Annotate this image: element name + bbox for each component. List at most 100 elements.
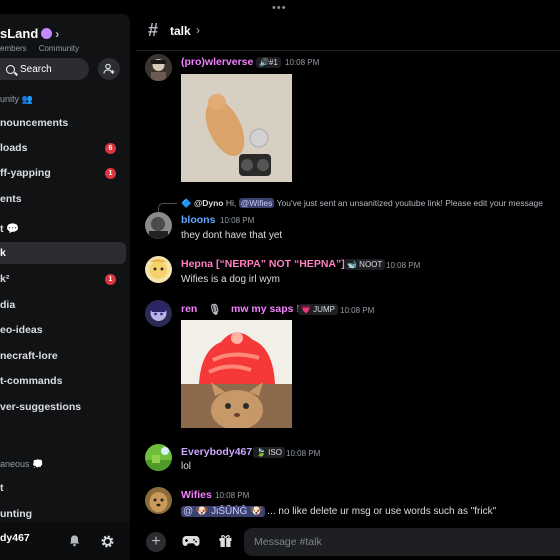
channel-label: eo-ideas — [0, 324, 43, 336]
channel-header: # talk › — [136, 14, 560, 51]
channel-item[interactable]: dia — [0, 294, 126, 316]
chevron-right-icon[interactable]: › — [196, 23, 200, 37]
gamepad-icon[interactable] — [182, 534, 200, 548]
user-panel: dy467 — [0, 522, 130, 560]
unread-badge: 1 — [105, 273, 116, 285]
avatar-image — [145, 444, 172, 471]
channel-item[interactable]: t — [0, 477, 126, 499]
message-time: 10:08 PM — [220, 216, 255, 225]
channel-label: dia — [0, 299, 16, 311]
avatar[interactable] — [145, 54, 172, 81]
channel-item[interactable]: k² 1 — [0, 268, 126, 290]
avatar-image — [145, 212, 172, 239]
dog-photo — [181, 74, 292, 182]
role-tag: 🐋 NOOT — [344, 259, 386, 270]
search-button[interactable]: Search — [0, 58, 89, 80]
unread-badge: 1 — [105, 167, 116, 179]
mic-icon: 🎙 — [208, 304, 222, 316]
avatar-image — [145, 256, 172, 283]
message-image-attachment[interactable] — [181, 320, 292, 428]
community-link[interactable]: Community — [39, 44, 79, 53]
message-author[interactable]: Wifies — [181, 489, 212, 501]
channel-item[interactable]: ver-suggestions — [0, 396, 126, 418]
role-tag: 🔊#1 — [256, 57, 281, 68]
message-author-nick[interactable]: mw my saps ! — [231, 303, 300, 315]
mention[interactable]: @Wifies — [238, 198, 275, 208]
hash-icon: # — [148, 20, 159, 40]
members-link[interactable]: embers — [0, 44, 27, 53]
channel-label: k — [0, 247, 6, 259]
plus-icon: + — [151, 533, 161, 550]
message-text: they dont have that yet — [181, 230, 283, 241]
message-time: 10:08 PM — [286, 449, 321, 458]
mention[interactable]: @ 🐶 JιŠŨŃĜ 🐶 — [181, 506, 265, 517]
channel-sidebar: sLand › embers Community Search unity 👥 … — [0, 14, 130, 560]
channel-item[interactable]: ents — [0, 188, 126, 210]
channel-item[interactable]: loads 6 — [0, 137, 126, 159]
server-name: sLand — [0, 26, 39, 41]
reply-author: @Dyno — [193, 198, 224, 208]
message-time: 10:08 PM — [340, 306, 375, 315]
gift-icon[interactable] — [218, 533, 233, 548]
message-body: @ 🐶 JιŠŨŃĜ 🐶 ... no like delete ur msg o… — [181, 506, 496, 517]
search-icon — [6, 64, 15, 74]
channel-label: ents — [0, 193, 22, 205]
channel-label: t — [0, 482, 4, 494]
message-input[interactable] — [244, 528, 560, 556]
avatar[interactable] — [145, 256, 172, 283]
reply-text: Hi, — [225, 198, 239, 208]
message-author[interactable]: (pro)wlerverse — [181, 56, 253, 68]
avatar[interactable] — [145, 444, 172, 471]
role-tag: 🍃 ISO — [253, 447, 285, 458]
user-name[interactable]: dy467 — [0, 532, 30, 544]
attach-plus-button[interactable]: + — [146, 532, 166, 552]
message-text: lol — [181, 461, 192, 472]
bell-icon[interactable] — [68, 534, 81, 547]
message-author[interactable]: bloons — [181, 214, 215, 226]
channel-item[interactable]: nouncements — [0, 112, 126, 134]
channel-item[interactable]: eo-ideas — [0, 319, 126, 341]
message-time: 10:08 PM — [285, 58, 320, 67]
avatar[interactable] — [145, 212, 172, 239]
invite-button[interactable] — [98, 58, 120, 80]
server-meta: embers Community — [0, 44, 79, 53]
channel-title[interactable]: talk — [170, 24, 191, 38]
message-composer: + — [136, 524, 560, 560]
message-text: Wifies is a dog irl wym — [181, 274, 280, 285]
channel-item[interactable]: ff-yapping 1 — [0, 162, 126, 184]
chevron-right-icon: › — [55, 26, 60, 41]
search-label: Search — [20, 63, 52, 75]
channel-label: t-commands — [0, 375, 63, 387]
channel-label: ff-yapping — [0, 167, 51, 179]
bot-badge-icon: 🔷 — [181, 198, 194, 208]
message-list: (pro)wlerverse 🔊#1 10:08 PM 🔷 @Dyno Hi, … — [136, 50, 560, 524]
boost-badge-icon — [41, 28, 53, 39]
avatar-image — [145, 54, 172, 81]
avatar[interactable] — [145, 487, 172, 514]
category-miscellaneous[interactable]: aneous 💭 — [0, 459, 43, 470]
message-time: 10:08 PM — [215, 491, 250, 500]
role-tag: 💗 JUMP — [298, 304, 338, 315]
avatar[interactable] — [145, 300, 172, 327]
category-community[interactable]: unity 👥 — [0, 94, 33, 105]
gear-icon[interactable] — [100, 534, 115, 549]
reply-text: You've just sent an unsanitized youtube … — [274, 198, 544, 208]
message-image-attachment[interactable] — [181, 74, 292, 182]
message-author[interactable]: Hepna [“NERPA” NOT “HEPNA”] — [181, 258, 345, 270]
channel-label: nouncements — [0, 117, 69, 129]
channel-label: necraft-lore — [0, 350, 58, 362]
window-drag-dots: ••• — [272, 2, 287, 14]
channel-item[interactable]: necraft-lore — [0, 345, 126, 367]
channel-item[interactable]: t-commands — [0, 370, 126, 392]
message-author[interactable]: ren — [181, 303, 197, 315]
channel-item[interactable]: t 💬 — [0, 217, 126, 239]
avatar-image — [145, 300, 172, 327]
channel-label: ver-suggestions — [0, 401, 82, 413]
message-author[interactable]: Everybody467 — [181, 446, 252, 458]
message-text: ... no like delete ur msg or use words s… — [267, 506, 497, 517]
reply-preview[interactable]: 🔷 @Dyno Hi, @Wifies You've just sent an … — [181, 198, 543, 209]
server-name-button[interactable]: sLand › — [0, 26, 59, 41]
channel-label: k² — [0, 273, 10, 285]
channel-item-active[interactable]: k — [0, 242, 126, 264]
cat-cupcake-image — [181, 320, 292, 428]
